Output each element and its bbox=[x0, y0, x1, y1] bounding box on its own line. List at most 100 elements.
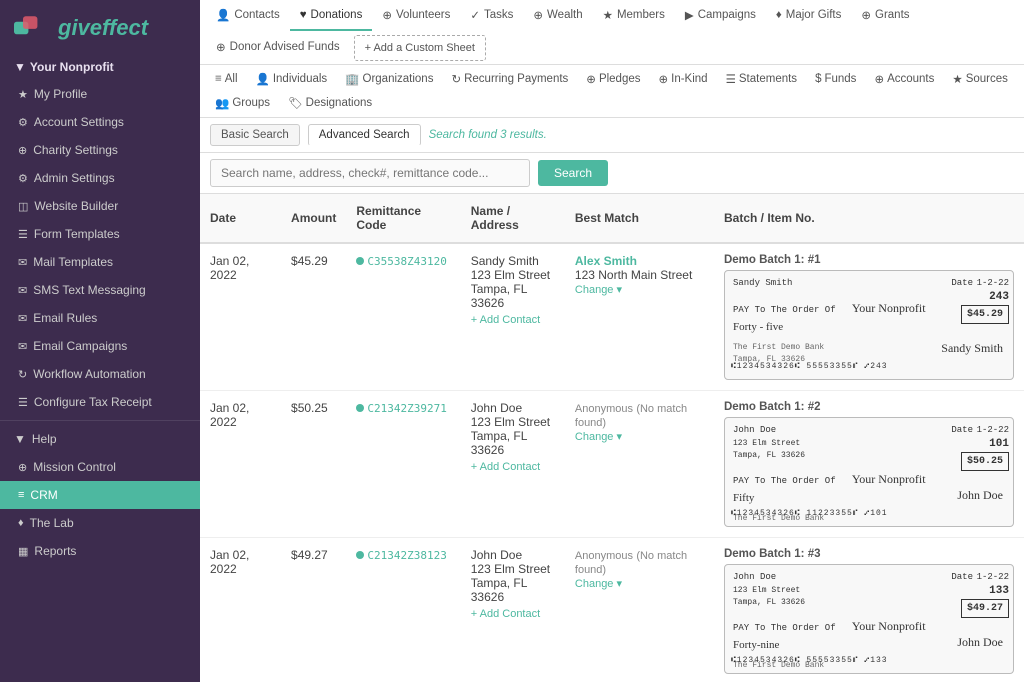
tab-campaigns[interactable]: ▶ Campaigns bbox=[675, 0, 766, 32]
remit-code-value[interactable]: C35538Z43120 bbox=[367, 255, 446, 268]
donor-addr2: Tampa, FL 33626 bbox=[471, 429, 555, 457]
subtab-in-kind[interactable]: ⊕ In-Kind bbox=[650, 67, 717, 91]
change-button[interactable]: Change ▾ bbox=[575, 284, 622, 296]
tab-major-gifts[interactable]: ♦ Major Gifts bbox=[766, 1, 851, 31]
major-gifts-icon: ♦ bbox=[776, 9, 782, 21]
cell-remit: C21342Z39271 bbox=[346, 391, 460, 538]
subtab-designations[interactable]: 🏷 Designations bbox=[279, 91, 381, 115]
sidebar-item-label: Reports bbox=[34, 544, 76, 558]
table-row: Jan 02, 2022$45.29C35538Z43120Sandy Smit… bbox=[200, 243, 1024, 391]
sidebar-item-admin-settings[interactable]: ⚙ Admin Settings bbox=[0, 164, 200, 192]
form-icon: ☰ bbox=[18, 228, 28, 241]
subtab-individuals[interactable]: 👤 Individuals bbox=[247, 67, 337, 91]
sidebar-item-sms-text[interactable]: ✉ SMS Text Messaging bbox=[0, 276, 200, 304]
tab-tasks[interactable]: ✓ Tasks bbox=[460, 0, 523, 32]
sidebar-item-mail-templates[interactable]: ✉ Mail Templates bbox=[0, 248, 200, 276]
help-icon: ▼ bbox=[14, 432, 26, 446]
check-date-label: Date bbox=[951, 571, 973, 585]
search-input[interactable] bbox=[210, 159, 530, 187]
logo-area: giveffect bbox=[0, 0, 200, 52]
add-contact-link[interactable]: + Add Contact bbox=[471, 608, 555, 620]
cell-best-match: Anonymous (No match found) Change ▾ bbox=[565, 538, 714, 682]
search-button[interactable]: Search bbox=[538, 160, 608, 186]
subtab-organizations[interactable]: 🏢 Organizations bbox=[336, 67, 442, 91]
tab-contacts[interactable]: 👤 Contacts bbox=[206, 0, 290, 32]
remit-code-value[interactable]: C21342Z39271 bbox=[367, 402, 446, 415]
change-button[interactable]: Change ▾ bbox=[575, 578, 622, 590]
col-batch: Batch / Item No. bbox=[714, 194, 1024, 243]
remit-code-value[interactable]: C21342Z38123 bbox=[367, 549, 446, 562]
best-match-addr: 123 North Main Street bbox=[575, 268, 704, 282]
subtab-pledges[interactable]: ⊕ Pledges bbox=[577, 67, 649, 91]
cell-remit: C35538Z43120 bbox=[346, 243, 460, 391]
sidebar-item-label: Admin Settings bbox=[34, 171, 115, 185]
tab-donor-advised-funds[interactable]: ⊕ Donor Advised Funds bbox=[206, 32, 350, 64]
check-number: 101 bbox=[989, 436, 1009, 453]
groups-icon: 👥 bbox=[215, 96, 229, 110]
sidebar-item-form-templates[interactable]: ☰ Form Templates bbox=[0, 220, 200, 248]
add-contact-link[interactable]: + Add Contact bbox=[471, 314, 555, 326]
cell-best-match: Anonymous (No match found) Change ▾ bbox=[565, 391, 714, 538]
donor-addr1: 123 Elm Street bbox=[471, 415, 555, 429]
sidebar-item-workflow-automation[interactable]: ↻ Workflow Automation bbox=[0, 360, 200, 388]
logo-text: giveffect bbox=[58, 15, 148, 41]
sidebar-item-charity-settings[interactable]: ⊕ Charity Settings bbox=[0, 136, 200, 164]
email-campaigns-icon: ✉ bbox=[18, 340, 27, 353]
subtab-funds[interactable]: $ Funds bbox=[806, 68, 865, 90]
cell-amount: $49.27 bbox=[281, 538, 346, 682]
grants-icon: ⊕ bbox=[861, 8, 871, 22]
subtab-sources[interactable]: ★ Sources bbox=[943, 67, 1017, 91]
sidebar-item-website-builder[interactable]: ◫ Website Builder bbox=[0, 192, 200, 220]
best-match-name[interactable]: Alex Smith bbox=[575, 254, 704, 268]
tab-grants[interactable]: ⊕ Grants bbox=[851, 0, 919, 32]
nonprofit-icon: ▼ bbox=[14, 60, 26, 74]
search-bar: Basic Search Advanced Search Search foun… bbox=[200, 118, 1024, 153]
tab-donations[interactable]: ♥ Donations bbox=[290, 1, 373, 31]
sidebar-item-account-settings[interactable]: ⚙ Account Settings bbox=[0, 108, 200, 136]
sidebar-item-configure-tax[interactable]: ☰ Configure Tax Receipt bbox=[0, 388, 200, 416]
help-section[interactable]: ▼ Help bbox=[0, 425, 200, 453]
subtab-all[interactable]: ≡ All bbox=[206, 68, 247, 90]
tab-volunteers[interactable]: ⊕ Volunteers bbox=[372, 0, 460, 32]
sidebar-item-mission-control[interactable]: ⊕ Mission Control bbox=[0, 453, 200, 481]
admin-icon: ⚙ bbox=[18, 172, 28, 185]
sidebar-item-the-lab[interactable]: ♦ The Lab bbox=[0, 509, 200, 537]
check-signature: Sandy Smith bbox=[941, 339, 1003, 357]
check-amount-box: $45.29 bbox=[961, 305, 1009, 324]
remit-dot bbox=[356, 404, 364, 412]
tab-members[interactable]: ★ Members bbox=[593, 0, 675, 32]
sidebar-item-label: Mission Control bbox=[33, 460, 116, 474]
sidebar-item-email-rules[interactable]: ✉ Email Rules bbox=[0, 304, 200, 332]
sidebar-item-email-campaigns[interactable]: ✉ Email Campaigns bbox=[0, 332, 200, 360]
all-icon: ≡ bbox=[215, 73, 222, 85]
subtab-accounts[interactable]: ⊕ Accounts bbox=[865, 67, 943, 91]
subtab-groups[interactable]: 👥 Groups bbox=[206, 91, 279, 115]
pledges-icon: ⊕ bbox=[586, 72, 596, 86]
workflow-icon: ↻ bbox=[18, 368, 27, 381]
batch-label: Demo Batch 1: #3 bbox=[724, 548, 1014, 560]
email-rules-icon: ✉ bbox=[18, 312, 27, 325]
advanced-search-tab[interactable]: Advanced Search bbox=[308, 124, 421, 146]
check-bank-city: Tampa, FL 33626 bbox=[733, 525, 1005, 528]
tab-wealth[interactable]: ⊕ Wealth bbox=[523, 0, 592, 32]
subtab-recurring[interactable]: ↻ Recurring Payments bbox=[442, 67, 577, 91]
cell-batch: Demo Batch 1: #2 John Doe 123 Elm Street… bbox=[714, 391, 1024, 538]
basic-search-tab[interactable]: Basic Search bbox=[210, 124, 300, 146]
col-name: Name / Address bbox=[461, 194, 565, 243]
logo-icon bbox=[14, 14, 50, 42]
add-custom-sheet[interactable]: + Add a Custom Sheet bbox=[354, 35, 486, 61]
anonymous-label: Anonymous bbox=[575, 403, 633, 415]
nonprofit-section[interactable]: ▼ Your Nonprofit bbox=[0, 52, 200, 80]
add-contact-link[interactable]: + Add Contact bbox=[471, 461, 555, 473]
sidebar-item-crm[interactable]: ≡ CRM bbox=[0, 481, 200, 509]
campaigns-icon: ▶ bbox=[685, 8, 694, 22]
check-amount-box: $49.27 bbox=[961, 599, 1009, 618]
check-number: 243 bbox=[989, 289, 1009, 306]
sidebar-item-reports[interactable]: ▦ Reports bbox=[0, 537, 200, 565]
sources-icon: ★ bbox=[952, 72, 962, 86]
nonprofit-label: Your Nonprofit bbox=[30, 60, 114, 74]
subtab-statements[interactable]: ☰ Statements bbox=[717, 67, 806, 91]
sidebar-item-my-profile[interactable]: ★ My Profile bbox=[0, 80, 200, 108]
check-image: John Doe 123 Elm StreetTampa, FL 33626 D… bbox=[724, 417, 1014, 527]
change-button[interactable]: Change ▾ bbox=[575, 431, 622, 443]
